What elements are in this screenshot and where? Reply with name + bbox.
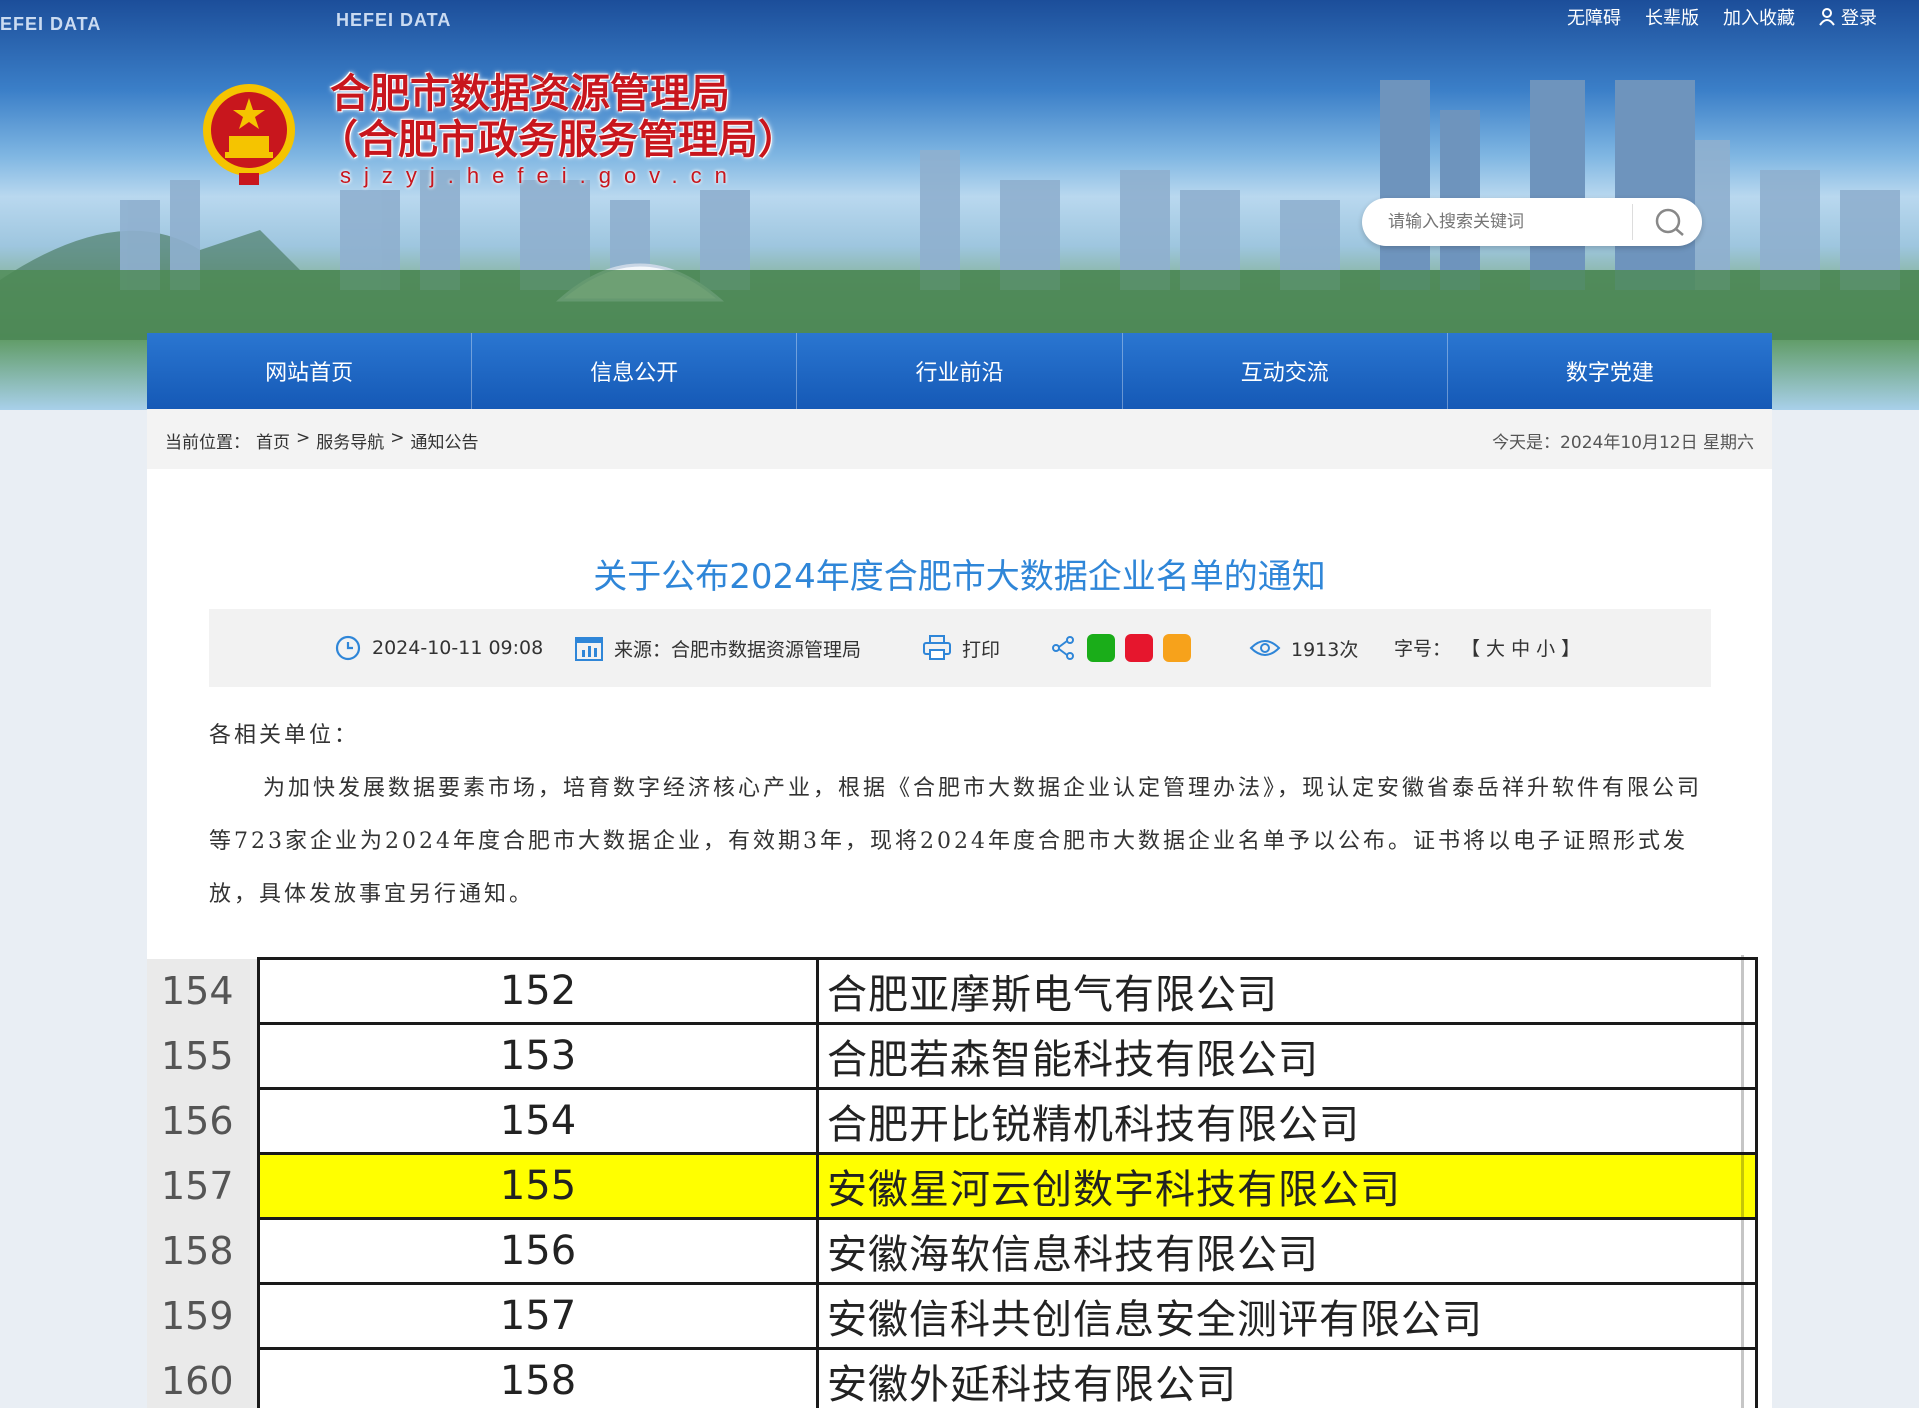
table-row: 159 157 安徽信科共创信息安全测评有限公司	[147, 1282, 1758, 1350]
breadcrumb-bar: 当前位置： 首页 > 服务导航 > 通知公告 今天是：2024年10月12日 星…	[147, 409, 1772, 469]
serial-number-cell: 158	[257, 1347, 819, 1408]
company-table: 154 152 合肥亚摩斯电气有限公司 155 153 合肥若森智能科技有限公司 156 15…	[147, 957, 1758, 1408]
article-salutation: 各相关单位：	[209, 723, 360, 748]
row-number-cell: 154	[147, 958, 260, 1024]
table-row: 160 158 安徽外延科技有限公司	[147, 1347, 1758, 1408]
main-nav: 网站首页 信息公开 行业前沿 互动交流 数字党建	[147, 333, 1772, 409]
row-number-cell: 160	[147, 1348, 260, 1408]
row-number-cell: 156	[147, 1088, 260, 1154]
search-icon	[1655, 208, 1684, 236]
printer-icon	[923, 635, 951, 660]
breadcrumb: 当前位置： 首页 > 服务导航 > 通知公告	[165, 428, 479, 453]
print-button[interactable]: 打印	[922, 634, 1000, 662]
serial-number-cell: 153	[257, 1022, 819, 1090]
company-name-cell: 合肥开比锐精机科技有限公司	[816, 1087, 1758, 1155]
company-list-sheet: 154 152 合肥亚摩斯电气有限公司 155 153 合肥若森智能科技有限公司 156 15…	[147, 955, 1772, 1408]
article-title: 关于公布2024年度合肥市大数据企业名单的通知	[593, 557, 1326, 597]
eye-icon	[1249, 640, 1281, 656]
data-tag: EFEI DATA	[0, 14, 102, 34]
view-count-text: 1913次	[1291, 638, 1359, 661]
breadcrumb-label: 当前位置：	[165, 433, 250, 453]
serial-number-cell: 157	[257, 1282, 819, 1350]
chart-icon	[575, 637, 603, 661]
company-name-cell: 安徽信科共创信息安全测评有限公司	[816, 1282, 1758, 1350]
login-link[interactable]: 登录	[1819, 4, 1877, 30]
serial-number-cell: 152	[257, 957, 819, 1025]
article-source: 来源：合肥市数据资源管理局	[574, 634, 861, 662]
company-name-cell: 合肥若森智能科技有限公司	[816, 1022, 1758, 1090]
table-row: 154 152 合肥亚摩斯电气有限公司	[147, 957, 1758, 1025]
login-label: 登录	[1841, 8, 1877, 28]
table-row: 156 154 合肥开比锐精机科技有限公司	[147, 1087, 1758, 1155]
table-row: 155 153 合肥若森智能科技有限公司	[147, 1022, 1758, 1090]
row-number-cell: 159	[147, 1283, 260, 1349]
accessibility-link[interactable]: 无障碍	[1567, 4, 1621, 30]
share-bar	[1049, 634, 1191, 662]
publish-date-text: 2024-10-11 09:08	[372, 637, 544, 659]
breadcrumb-separator: >	[390, 428, 405, 448]
company-name-cell: 合肥亚摩斯电气有限公司	[816, 957, 1758, 1025]
article-source-text: 来源：合肥市数据资源管理局	[614, 638, 862, 661]
national-emblem-icon	[203, 84, 295, 185]
company-name-cell: 安徽外延科技有限公司	[816, 1347, 1758, 1408]
serial-number-cell: 156	[257, 1217, 819, 1285]
article-body: 各相关单位： 为加快发展数据要素市场，培育数字经济核心产业，根据《合肥市大数据企…	[209, 709, 1711, 921]
breadcrumb-notices[interactable]: 通知公告	[411, 428, 479, 453]
today-date: 今天是：2024年10月12日 星期六	[1492, 433, 1754, 453]
search-box	[1362, 198, 1702, 246]
breadcrumb-separator: >	[296, 428, 311, 448]
article-meta-bar: 2024-10-11 09:08 来源：合肥市数据资源管理局 打印 1913次 …	[209, 609, 1711, 687]
serial-number-cell: 155	[257, 1152, 819, 1220]
table-row: 158 156 安徽海软信息科技有限公司	[147, 1217, 1758, 1285]
serial-number-cell: 154	[257, 1087, 819, 1155]
nav-party[interactable]: 数字党建	[1448, 333, 1772, 409]
print-label: 打印	[962, 638, 1001, 661]
weibo-share-icon[interactable]	[1125, 634, 1153, 662]
clock-icon	[335, 635, 361, 661]
wechat-share-icon[interactable]	[1087, 634, 1115, 662]
publish-date: 2024-10-11 09:08	[334, 634, 543, 662]
company-name-cell: 安徽星河云创数字科技有限公司	[816, 1152, 1758, 1220]
sheet-edge-line	[1741, 955, 1744, 1408]
row-number-cell: 157	[147, 1153, 260, 1219]
font-size-control: 字号： 【 大 中 小 】	[1394, 634, 1580, 661]
elderly-version-link[interactable]: 长辈版	[1645, 4, 1699, 30]
breadcrumb-service-nav[interactable]: 服务导航	[316, 428, 384, 453]
font-size-options[interactable]: 【 大 中 小 】	[1461, 634, 1580, 661]
nav-interaction[interactable]: 互动交流	[1123, 333, 1448, 409]
search-input[interactable]	[1386, 206, 1630, 238]
article-paragraph: 为加快发展数据要素市场，培育数字经济核心产业，根据《合肥市大数据企业认定管理办法…	[209, 776, 1703, 907]
table-row: 157 155 安徽星河云创数字科技有限公司	[147, 1152, 1758, 1220]
row-number-cell: 155	[147, 1023, 260, 1089]
nav-home[interactable]: 网站首页	[147, 333, 473, 409]
company-name-cell: 安徽海软信息科技有限公司	[816, 1217, 1758, 1285]
article-card: 关于公布2024年度合肥市大数据企业名单的通知 2024-10-11 09:08…	[147, 469, 1772, 955]
nav-info-public[interactable]: 信息公开	[472, 333, 798, 409]
view-count: 1913次	[1249, 634, 1358, 662]
site-name: 合肥市数据资源管理局	[330, 71, 730, 117]
site-domain: sjzyj.hefei.gov.cn	[340, 163, 740, 188]
user-icon	[1819, 8, 1835, 26]
share-icon[interactable]	[1049, 634, 1077, 662]
font-size-label: 字号：	[1394, 638, 1452, 660]
add-favorite-link[interactable]: 加入收藏	[1723, 4, 1795, 30]
top-links: 无障碍 长辈版 加入收藏 登录	[1567, 4, 1877, 30]
search-button[interactable]	[1638, 198, 1702, 246]
breadcrumb-home[interactable]: 首页	[256, 428, 290, 453]
nav-industry[interactable]: 行业前沿	[797, 333, 1123, 409]
site-subtitle: （合肥市政务服务管理局）	[318, 117, 798, 163]
qzone-share-icon[interactable]	[1163, 634, 1191, 662]
data-tag: HEFEI DATA	[336, 10, 452, 30]
row-number-cell: 158	[147, 1218, 260, 1284]
search-divider	[1632, 204, 1633, 240]
